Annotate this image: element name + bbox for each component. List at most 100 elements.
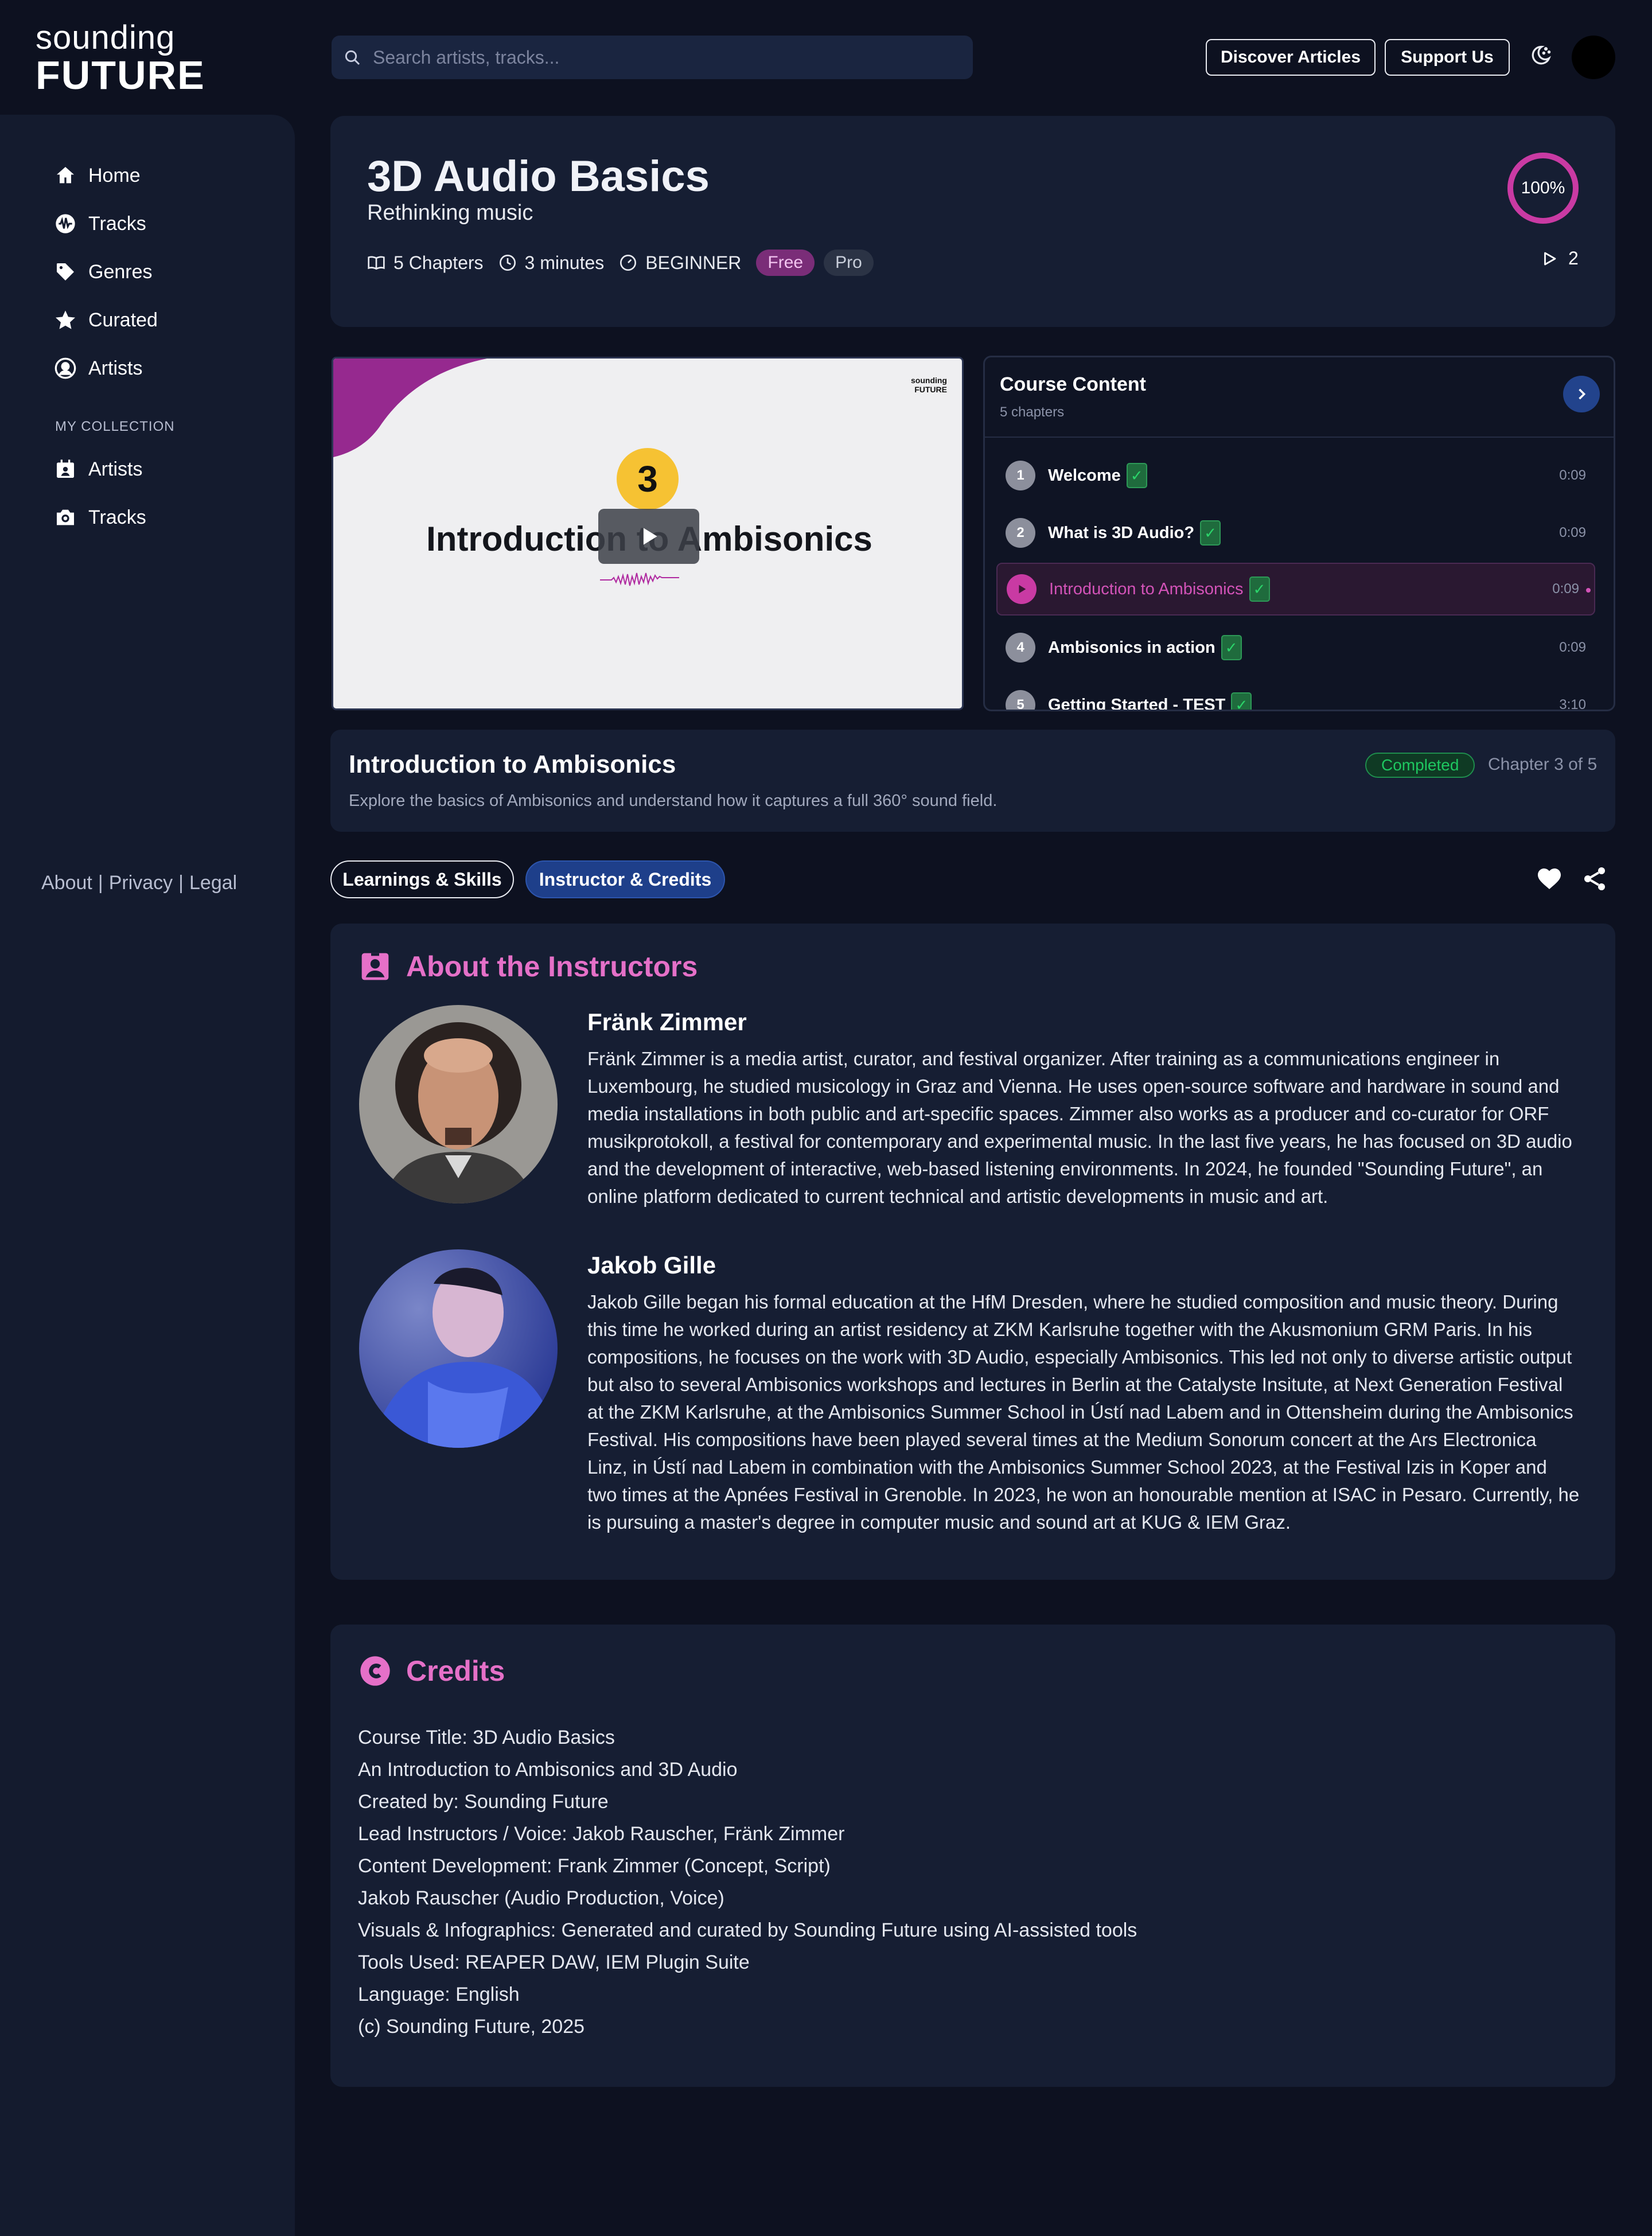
mini-logo-line-1: sounding: [911, 376, 947, 385]
chapter-title: Ambisonics in action: [1048, 638, 1215, 657]
chapter-info-panel: Introduction to Ambisonics Explore the b…: [330, 730, 1615, 832]
mini-logo-line-2: FUTURE: [914, 385, 947, 394]
chapter-time: 3:10: [1559, 697, 1586, 711]
check-icon: ✓: [1231, 692, 1252, 710]
chapter-number: 5: [1006, 690, 1035, 710]
credit-line: (c) Sounding Future, 2025: [358, 2016, 585, 2038]
course-content-next-button[interactable]: [1563, 376, 1600, 412]
section-title: Credits: [406, 1655, 505, 1687]
check-icon: ✓: [1126, 463, 1147, 488]
privacy-link[interactable]: Privacy: [109, 872, 173, 894]
sidebar-item-tracks[interactable]: Tracks: [54, 207, 146, 241]
chapter-row[interactable]: 2 What is 3D Audio? ✓ 0:09: [996, 507, 1595, 559]
play-count-value: 2: [1568, 248, 1579, 268]
discover-articles-button[interactable]: Discover Articles: [1206, 39, 1376, 76]
home-icon: [57, 167, 74, 184]
footer-links: About | Privacy | Legal: [41, 872, 237, 894]
playing-icon: [1007, 574, 1037, 604]
check-icon: ✓: [1200, 520, 1221, 546]
course-content-subtitle: 5 chapters: [1000, 404, 1065, 420]
chapter-info-title: Introduction to Ambisonics: [349, 750, 676, 778]
legal-link[interactable]: Legal: [189, 872, 237, 894]
about-link[interactable]: About: [41, 872, 92, 894]
heart-icon[interactable]: [1535, 865, 1564, 893]
chapter-title: What is 3D Audio?: [1048, 523, 1195, 542]
chapter-row-active[interactable]: Introduction to Ambisonics ✓ 0:09: [996, 563, 1595, 616]
chapter-time: 0:09: [1559, 525, 1586, 540]
sidebar-item-artists[interactable]: Artists: [54, 351, 142, 385]
tab-instructor-credits[interactable]: Instructor & Credits: [525, 860, 725, 898]
chapter-title: Introduction to Ambisonics: [1049, 579, 1244, 598]
search-input[interactable]: [373, 46, 946, 68]
sidebar-item-genres[interactable]: Genres: [54, 255, 153, 289]
sidebar-item-label: Home: [88, 164, 141, 186]
course-subtitle: Rethinking music: [367, 201, 533, 225]
check-icon: ✓: [1221, 635, 1242, 660]
credit-line: Tools Used: REAPER DAW, IEM Plugin Suite: [358, 1951, 750, 1973]
chapter-time: 0:09: [1559, 640, 1586, 655]
level-label: BEGINNER: [645, 252, 742, 273]
credit-line: Visuals & Infographics: Generated and cu…: [358, 1919, 1137, 1941]
section-title: About the Instructors: [406, 951, 698, 983]
tag-icon: [57, 263, 74, 281]
sidebar-item-label: Artists: [88, 458, 143, 480]
sidebar: Home Tracks Genres Curated Artists MY CO…: [0, 115, 295, 2236]
waveform-graphic: [600, 572, 679, 586]
chapter-title: Welcome: [1048, 466, 1121, 485]
chapter-row[interactable]: 1 Welcome ✓ 0:09: [996, 449, 1595, 502]
sidebar-item-label: Tracks: [88, 506, 146, 528]
sounding-future-logo[interactable]: sounding FUTURE: [36, 21, 205, 98]
video-player[interactable]: sounding FUTURE 3 Introduction to Ambiso…: [332, 357, 964, 710]
star-icon: [56, 310, 75, 329]
theme-toggle-icon[interactable]: [1527, 44, 1552, 69]
book-icon: [368, 256, 385, 270]
credit-line: Language: English: [358, 1984, 520, 2005]
free-badge: Free: [756, 250, 815, 276]
chapter-row[interactable]: 5 Getting Started - TEST ✓ 3:10: [996, 679, 1595, 711]
credit-line: Course Title: 3D Audio Basics: [358, 1727, 615, 1748]
sidebar-item-curated[interactable]: Curated: [54, 303, 158, 337]
my-collection-heading: MY COLLECTION: [55, 419, 175, 434]
search-bar[interactable]: [332, 36, 973, 79]
search-icon: [345, 50, 360, 65]
play-outline-icon: [1544, 252, 1556, 265]
gauge-icon: [620, 255, 637, 271]
pro-badge: Pro: [824, 250, 874, 276]
sidebar-item-label: Artists: [88, 357, 143, 379]
sidebar-item-collection-tracks[interactable]: Tracks: [54, 500, 146, 535]
camera-icon: [57, 509, 74, 525]
course-meta: 5 Chapters 3 minutes BEGINNER Free Pro: [367, 247, 883, 279]
waveform-icon: [56, 214, 75, 233]
top-bar: sounding FUTURE Discover Articles Suppor…: [0, 0, 1652, 115]
sidebar-item-label: Tracks: [88, 212, 146, 235]
duration-label: 3 minutes: [524, 252, 605, 273]
instructor-badge-icon: [361, 953, 389, 980]
course-duration: 3 minutes: [498, 252, 605, 274]
video-play-button[interactable]: [598, 509, 699, 564]
completed-badge: Completed: [1365, 753, 1475, 778]
course-level: BEGINNER: [619, 252, 741, 274]
chapter-info-description: Explore the basics of Ambisonics and und…: [349, 792, 998, 810]
course-content-title: Course Content: [1000, 373, 1146, 395]
instructor-name: Jakob Gille: [587, 1252, 716, 1279]
sidebar-item-collection-artists[interactable]: Artists: [54, 452, 142, 486]
chapter-number-badge: 3: [617, 448, 679, 510]
tab-learnings-skills[interactable]: Learnings & Skills: [330, 860, 514, 898]
share-icon[interactable]: [1581, 865, 1608, 893]
sidebar-item-home[interactable]: Home: [54, 158, 141, 193]
decorative-purple-shape: [333, 359, 487, 457]
chevron-right-icon: [1579, 388, 1586, 400]
about-instructors-section: About the Instructors Fränk Zimmer Fränk…: [330, 924, 1615, 1580]
instructor-name: Fränk Zimmer: [587, 1008, 747, 1035]
chapter-position: Chapter 3 of 5: [1488, 755, 1598, 774]
chapter-row[interactable]: 4 Ambisonics in action ✓ 0:09: [996, 621, 1595, 674]
chapter-time: 0:09: [1559, 468, 1586, 483]
instructor-bio: Jakob Gille began his formal education a…: [587, 1291, 1580, 1533]
separator: |: [178, 872, 184, 894]
user-avatar[interactable]: [1572, 36, 1615, 79]
chapter-title: Getting Started - TEST: [1048, 695, 1226, 711]
support-us-button[interactable]: Support Us: [1385, 39, 1510, 76]
logo-line-2: FUTURE: [36, 53, 205, 98]
chapter-number: 1: [1006, 461, 1035, 490]
chapter-number: 2: [1006, 518, 1035, 548]
